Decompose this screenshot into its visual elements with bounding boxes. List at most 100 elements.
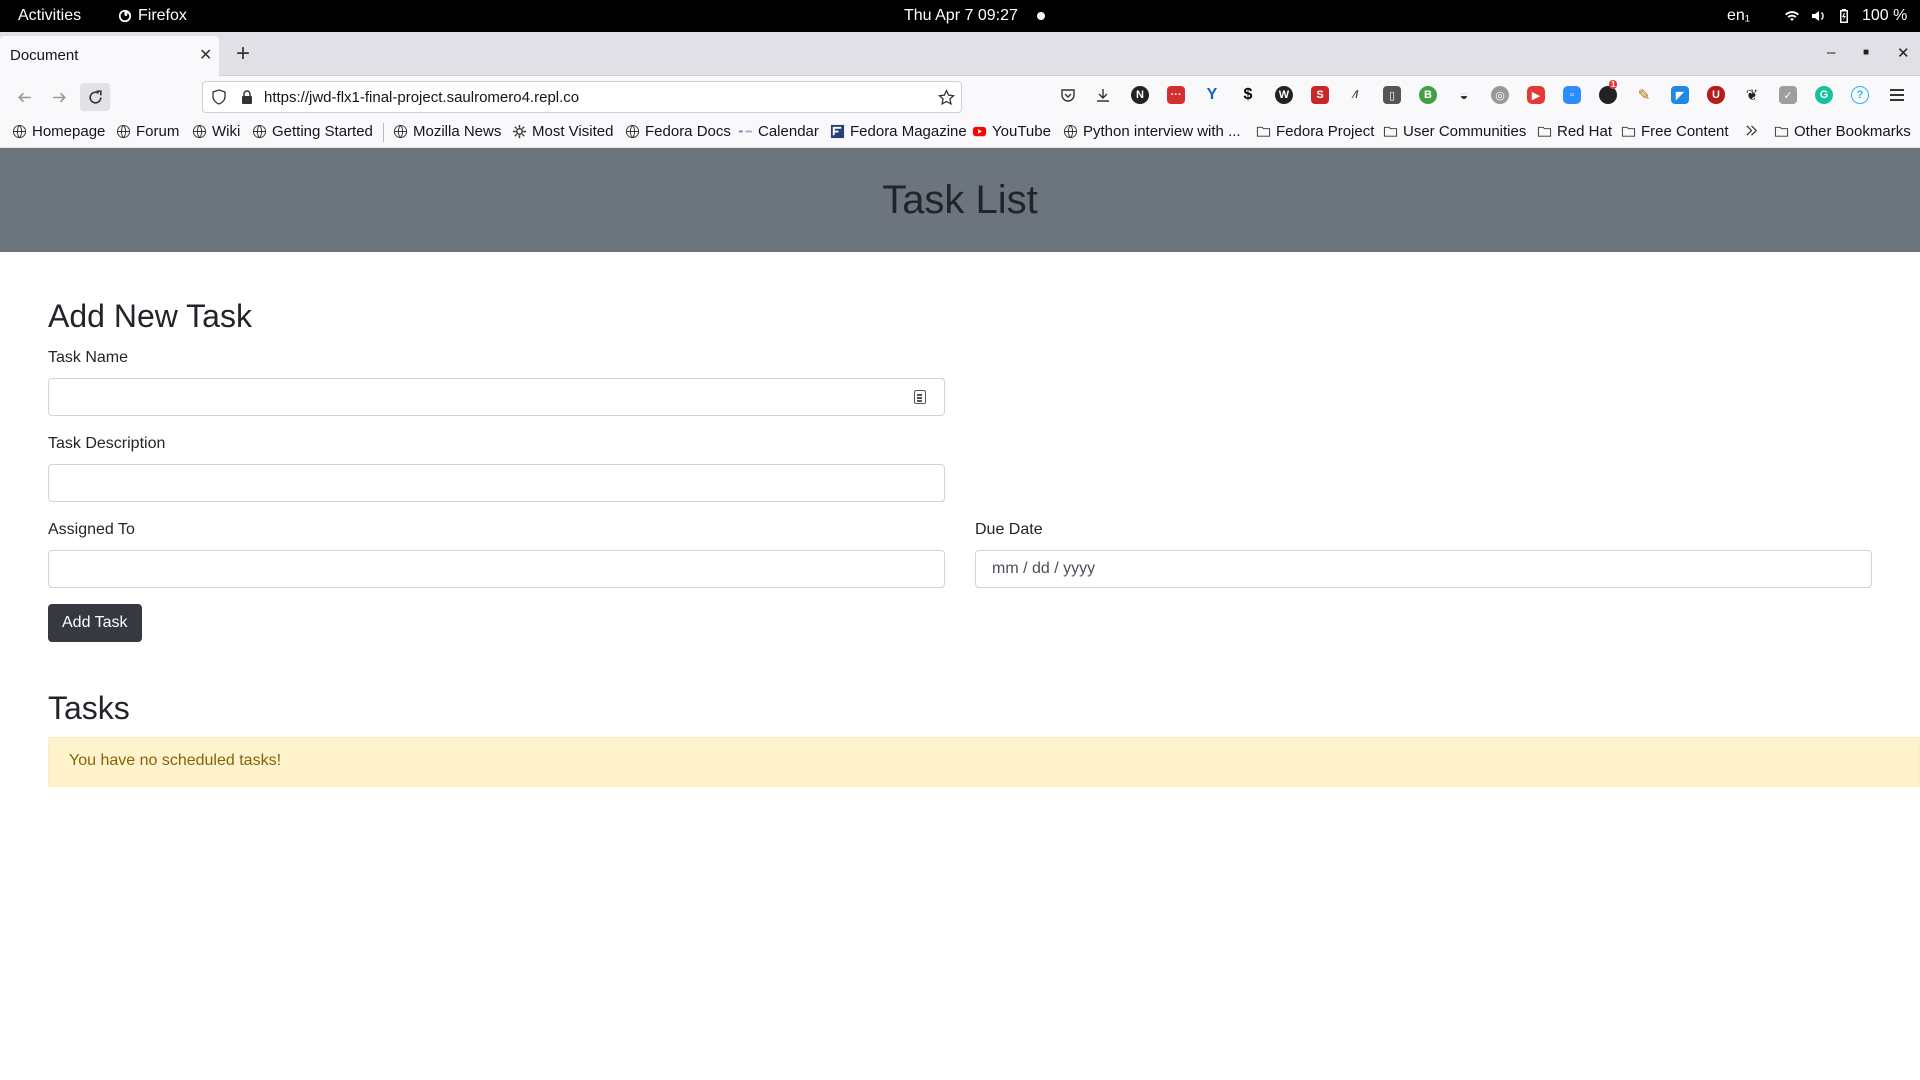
bookmark-python-interview[interactable]: Python interview with ...: [1063, 123, 1241, 140]
assigned-to-input[interactable]: [48, 550, 945, 588]
pocket-icon[interactable]: [1059, 86, 1077, 104]
downloads-icon[interactable]: [1094, 86, 1112, 104]
pen-extension-icon[interactable]: ✎: [1635, 86, 1653, 104]
wordtune-extension-icon[interactable]: W: [1275, 86, 1293, 104]
bookmark-fedora-docs[interactable]: Fedora Docs: [625, 123, 731, 140]
help-extension-icon[interactable]: ?: [1851, 86, 1869, 104]
globe-icon: [116, 124, 131, 139]
youtube-icon: [972, 126, 987, 137]
firefox-icon: [118, 9, 132, 23]
bookmark-getting-started[interactable]: Getting Started: [252, 123, 373, 140]
wifi-icon: [1785, 11, 1799, 21]
grey-extension-icon[interactable]: ◎: [1491, 86, 1509, 104]
close-tab-icon[interactable]: ✕: [199, 45, 212, 65]
bookmarks-toolbar: Homepage Forum Wiki Getting Started Mozi…: [0, 116, 1920, 148]
arrow-right-icon: [52, 92, 66, 102]
lastpass-extension-icon[interactable]: ···: [1167, 86, 1185, 104]
bookmark-star-icon[interactable]: [938, 89, 955, 106]
minimize-icon[interactable]: –: [1827, 44, 1835, 61]
page-title: Task List: [882, 177, 1038, 222]
bookmark-folder-user-communities[interactable]: User Communities: [1383, 123, 1526, 140]
due-date-label: Due Date: [975, 521, 1043, 538]
input-language-indicator[interactable]: en₁: [1727, 0, 1750, 32]
chevron-right-icon[interactable]: [1744, 123, 1759, 138]
tab-document[interactable]: Document ✕: [0, 36, 219, 76]
arrow-left-icon: [17, 92, 31, 102]
folder-icon: [1621, 126, 1636, 137]
back-button[interactable]: [9, 83, 39, 111]
badged-extension-icon[interactable]: 1: [1599, 80, 1618, 104]
bookmark-folder-other-bookmarks[interactable]: Other Bookmarks: [1774, 123, 1911, 140]
reload-button[interactable]: [80, 83, 110, 111]
reload-icon: [88, 89, 102, 104]
tracking-protection-shield-icon[interactable]: [211, 89, 227, 105]
incognito-extension-icon[interactable]: ◒: [1455, 86, 1473, 104]
tab-title: Document: [10, 47, 79, 64]
close-window-icon[interactable]: ✕: [1897, 44, 1910, 62]
dollar-extension-icon[interactable]: $: [1239, 86, 1257, 104]
globe-icon: [252, 124, 267, 139]
bookmark-calendar[interactable]: Calendar: [738, 123, 819, 140]
zoom-extension-icon[interactable]: ▫: [1563, 86, 1581, 104]
globe-icon: [1063, 124, 1078, 139]
folder-icon: [1774, 126, 1789, 137]
forward-button[interactable]: [44, 83, 74, 111]
notification-dot-icon: [1037, 12, 1045, 20]
bookmark-fedora-magazine[interactable]: Fedora Magazine: [830, 123, 967, 140]
bookmark-most-visited[interactable]: Most Visited: [512, 123, 613, 140]
due-date-input[interactable]: mm / dd / yyyy: [975, 550, 1872, 588]
tab-strip: Document ✕ + – ■ ✕: [0, 32, 1920, 76]
url-text[interactable]: https://jwd-flx1-final-project.saulromer…: [264, 89, 579, 106]
bookmark-youtube[interactable]: YouTube: [972, 123, 1051, 140]
globe-icon: [393, 124, 408, 139]
green-extension-icon[interactable]: B: [1419, 86, 1437, 104]
app-menu[interactable]: Firefox: [118, 0, 187, 32]
bookmark-forum[interactable]: Forum: [116, 123, 179, 140]
volume-icon: [1812, 11, 1824, 21]
notion-extension-icon[interactable]: N: [1131, 86, 1149, 104]
bookmark-folder-free-content[interactable]: Free Content: [1621, 123, 1729, 140]
ublock-origin-icon[interactable]: U: [1707, 86, 1725, 104]
bookmark-mozilla-news[interactable]: Mozilla News: [393, 123, 501, 140]
battery-icon: [1840, 9, 1848, 23]
bitwarden-extension-icon[interactable]: ▯: [1383, 86, 1401, 104]
leaf-extension-icon[interactable]: ❦: [1743, 86, 1761, 104]
clock[interactable]: Thu Apr 7 09:27: [904, 0, 1018, 32]
due-date-placeholder: mm / dd / yyyy: [992, 560, 1096, 577]
no-tasks-alert: You have no scheduled tasks!: [48, 737, 1920, 787]
add-task-button[interactable]: Add Task: [48, 604, 142, 642]
youtube-extension-icon[interactable]: ▶: [1527, 86, 1545, 104]
folder-icon: [1537, 126, 1552, 137]
new-tab-icon[interactable]: +: [236, 38, 250, 70]
app-name: Firefox: [138, 7, 187, 24]
tasks-heading: Tasks: [48, 690, 130, 726]
bookmark-folder-red-hat[interactable]: Red Hat: [1537, 123, 1612, 140]
autofill-icon[interactable]: [914, 390, 926, 404]
maximize-icon[interactable]: ■: [1863, 47, 1869, 58]
fedora-magazine-icon: [830, 124, 845, 139]
bookmark-folder-fedora-project[interactable]: Fedora Project: [1256, 123, 1374, 140]
s-extension-icon[interactable]: S: [1311, 86, 1329, 104]
grammarly-extension-icon[interactable]: G: [1815, 86, 1833, 104]
task-name-input[interactable]: [48, 378, 945, 416]
system-status-menu[interactable]: 100 %: [1784, 0, 1907, 32]
bookmark-separator: [383, 123, 384, 142]
url-bar[interactable]: https://jwd-flx1-final-project.saulromer…: [202, 81, 962, 113]
task-description-label: Task Description: [48, 435, 166, 452]
lock-icon[interactable]: [239, 89, 255, 105]
globe-icon: [625, 124, 640, 139]
globe-icon: [192, 124, 207, 139]
blue-extension-icon[interactable]: ◤: [1671, 86, 1689, 104]
task-description-input[interactable]: [48, 464, 945, 502]
grey-square-extension-icon[interactable]: ✓: [1779, 86, 1797, 104]
system-top-bar: Activities Firefox Thu Apr 7 09:27 en₁ 1…: [0, 0, 1920, 32]
vue-devtools-extension-icon[interactable]: Y: [1203, 86, 1221, 104]
hamburger-menu-icon[interactable]: [1888, 86, 1906, 104]
activities-button[interactable]: Activities: [18, 0, 81, 32]
bookmark-homepage[interactable]: Homepage: [12, 123, 105, 140]
mark-extension-icon[interactable]: ⁄/: [1347, 86, 1365, 104]
calendar-icon: [738, 130, 753, 133]
bookmark-wiki[interactable]: Wiki: [192, 123, 240, 140]
folder-icon: [1256, 126, 1271, 137]
add-task-heading: Add New Task: [48, 298, 252, 334]
